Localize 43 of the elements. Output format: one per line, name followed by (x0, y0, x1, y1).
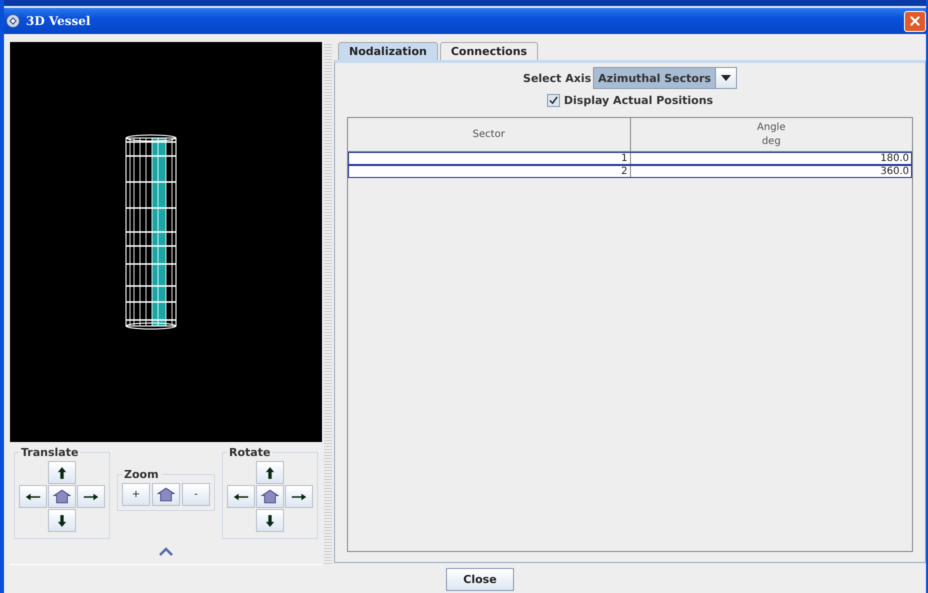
right-arrow-button[interactable] (285, 485, 313, 508)
tab[interactable]: Nodalization (338, 42, 438, 60)
group-title: Zoom (123, 468, 160, 482)
up-arrow-button[interactable] (48, 461, 76, 484)
down-arrow-icon (265, 514, 275, 528)
right-arrow-icon (82, 492, 100, 501)
home-button[interactable] (48, 485, 76, 508)
collapse-chevron-icon[interactable] (159, 547, 173, 556)
zoom-out-button[interactable]: - (182, 483, 210, 506)
group-title: Translate (20, 446, 80, 460)
table-cell-text: 2 (620, 166, 628, 177)
down-arrow-icon (57, 514, 67, 528)
up-arrow-button[interactable] (256, 461, 284, 484)
select-axis-label: Select Axis (523, 72, 592, 84)
right-arrow-icon (290, 492, 308, 501)
group-title: Rotate (228, 446, 272, 460)
left-arrow-icon (232, 492, 250, 501)
table-cell-text: 1 (620, 153, 628, 164)
axis-dropdown[interactable]: Azimuthal Sectors (593, 67, 737, 89)
app-icon (6, 14, 20, 28)
left-arrow-button[interactable] (19, 485, 47, 508)
tab[interactable]: Connections (440, 42, 538, 60)
home-button[interactable] (152, 483, 180, 506)
splitter-handle[interactable] (324, 42, 332, 565)
up-arrow-icon (265, 466, 275, 480)
zoom-in-button[interactable]: + (122, 483, 150, 506)
down-arrow-button[interactable] (48, 509, 76, 532)
column-header[interactable]: Sector (348, 118, 630, 151)
close-button[interactable]: Close (446, 568, 514, 590)
caret-icon (720, 75, 731, 81)
up-arrow-icon (57, 466, 67, 480)
close-icon[interactable] (904, 10, 926, 32)
checkbox-label: Display Actual Positions (564, 94, 714, 107)
down-arrow-button[interactable] (256, 509, 284, 532)
checkbox[interactable] (546, 94, 560, 107)
window-title: 3D Vessel (26, 14, 92, 28)
table-cell: 180.0 (630, 153, 911, 164)
left-arrow-icon (24, 492, 42, 501)
left-arrow-button[interactable] (227, 485, 255, 508)
table-cell: 360.0 (630, 166, 911, 177)
column-header[interactable]: Angle deg (630, 118, 912, 151)
home-button[interactable] (256, 485, 284, 508)
right-arrow-button[interactable] (77, 485, 105, 508)
